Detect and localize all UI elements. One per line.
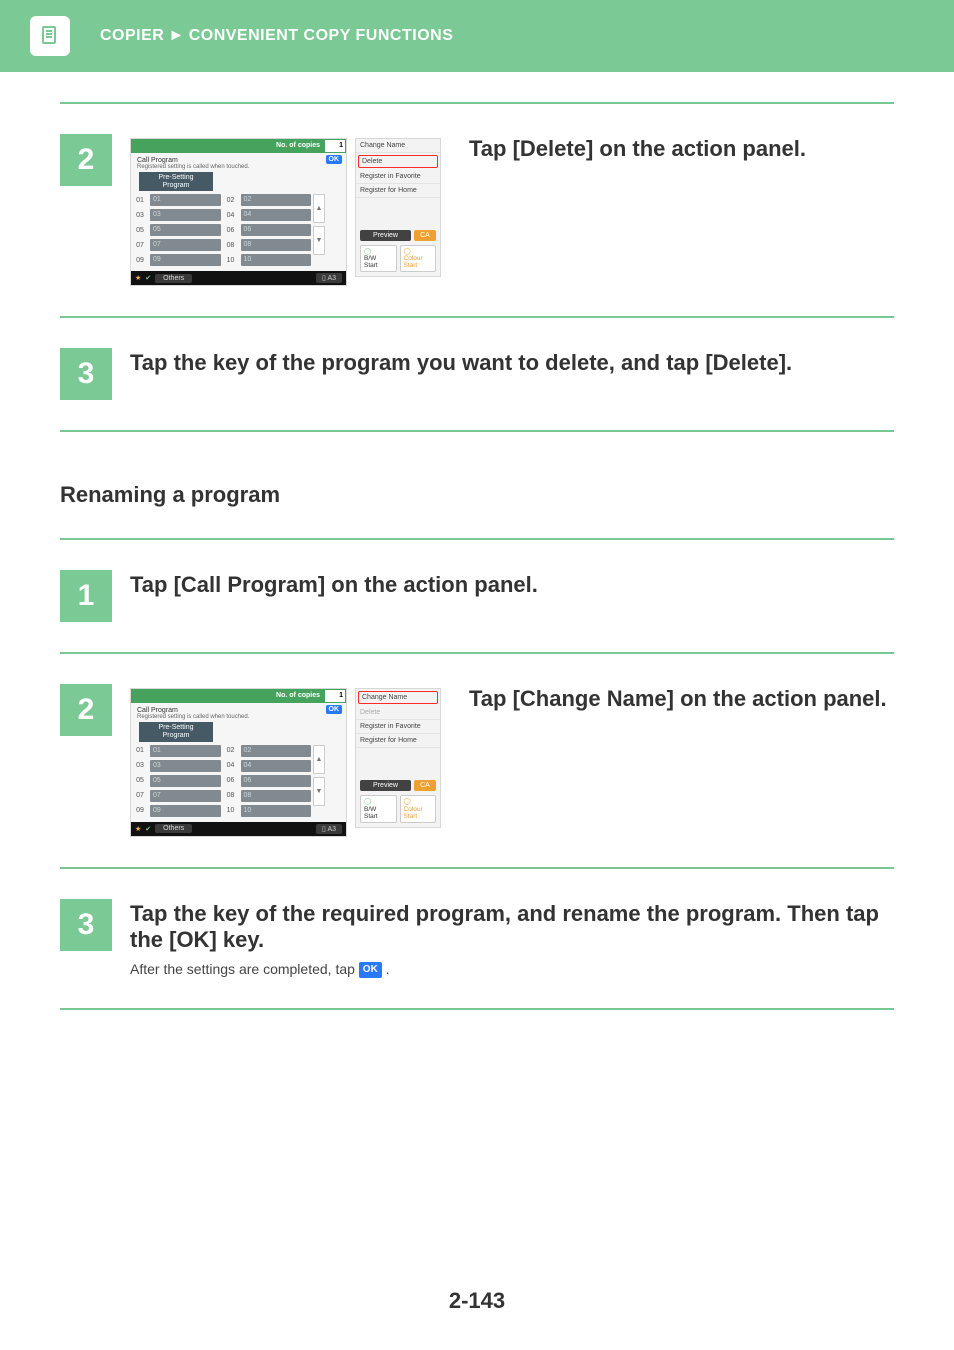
divider xyxy=(60,102,894,104)
program-slot[interactable]: 06 xyxy=(241,224,312,236)
page-number: 2-143 xyxy=(0,1288,954,1314)
program-slot[interactable]: 03 xyxy=(150,209,221,221)
program-slot[interactable]: 10 xyxy=(241,254,312,266)
action-register-home[interactable]: Register for Home xyxy=(356,734,440,748)
copier-doc-icon xyxy=(30,16,70,56)
tray-indicator[interactable]: ▯ A3 xyxy=(316,273,342,283)
program-slot[interactable]: 08 xyxy=(241,790,312,802)
program-slot[interactable]: 04 xyxy=(241,209,312,221)
preview-button[interactable]: Preview xyxy=(360,780,411,791)
program-slot[interactable]: 07 xyxy=(150,790,221,802)
program-slot[interactable]: 05 xyxy=(150,224,221,236)
action-delete[interactable]: Delete xyxy=(358,155,438,168)
colour-start-button[interactable]: ◯Colour Start xyxy=(400,245,437,272)
divider xyxy=(60,316,894,318)
scroll-up-icon[interactable]: ▲ xyxy=(313,745,325,774)
divider xyxy=(60,538,894,540)
step-delete-3: 3 Tap the key of the program you want to… xyxy=(60,348,894,400)
program-slot[interactable]: 05 xyxy=(150,775,221,787)
breadcrumb: COPIER►CONVENIENT COPY FUNCTIONS xyxy=(100,27,453,45)
action-change-name[interactable]: Change Name xyxy=(358,691,438,704)
step-badge: 1 xyxy=(60,570,112,622)
action-register-favorite[interactable]: Register in Favorite xyxy=(356,720,440,734)
program-slot[interactable]: 09 xyxy=(150,805,221,817)
ca-button[interactable]: CA xyxy=(414,780,436,791)
copies-label: No. of copies xyxy=(131,139,324,153)
others-button[interactable]: Others xyxy=(155,274,192,283)
others-button[interactable]: Others xyxy=(155,824,192,833)
tray-indicator[interactable]: ▯ A3 xyxy=(316,824,342,834)
program-slot[interactable]: 01 xyxy=(150,745,221,757)
divider xyxy=(60,652,894,654)
crumb-subsection[interactable]: CONVENIENT COPY FUNCTIONS xyxy=(189,27,454,44)
action-register-favorite[interactable]: Register in Favorite xyxy=(356,170,440,184)
colour-start-button[interactable]: ◯Colour Start xyxy=(400,795,437,822)
call-program-label: Call Program xyxy=(137,157,322,164)
presetting-program-button[interactable]: Pre-Setting Program xyxy=(139,722,213,741)
control-panel-screenshot: No. of copies 1 Call Program Registered … xyxy=(130,138,441,286)
program-slot[interactable]: 02 xyxy=(241,745,312,757)
copies-value[interactable]: 1 xyxy=(325,140,345,152)
ok-button[interactable]: OK xyxy=(326,155,343,164)
crumb-section[interactable]: COPIER xyxy=(100,27,164,44)
step-badge: 3 xyxy=(60,348,112,400)
preview-button[interactable]: Preview xyxy=(360,230,411,241)
scroll-down-icon[interactable]: ▼ xyxy=(313,226,325,255)
bw-start-button[interactable]: ◯B/W Start xyxy=(360,795,397,822)
step-title: Tap the key of the program you want to d… xyxy=(130,350,894,376)
program-slot[interactable]: 04 xyxy=(241,760,312,772)
action-register-home[interactable]: Register for Home xyxy=(356,184,440,198)
step-title: Tap the key of the required program, and… xyxy=(130,901,894,953)
program-slot[interactable]: 01 xyxy=(150,194,221,206)
divider xyxy=(60,1008,894,1010)
program-slot[interactable]: 10 xyxy=(241,805,312,817)
program-slot[interactable]: 07 xyxy=(150,239,221,251)
check-icon[interactable]: ✔ xyxy=(145,825,151,833)
star-icon[interactable]: ★ xyxy=(135,825,141,833)
control-panel-screenshot: No. of copies 1 Call Program Registered … xyxy=(130,688,441,836)
step-rename-3: 3 Tap the key of the required program, a… xyxy=(60,899,894,978)
presetting-program-button[interactable]: Pre-Setting Program xyxy=(139,172,213,191)
program-slot[interactable]: 09 xyxy=(150,254,221,266)
action-change-name[interactable]: Change Name xyxy=(356,139,440,153)
bw-start-button[interactable]: ◯B/W Start xyxy=(360,245,397,272)
star-icon[interactable]: ★ xyxy=(135,274,141,282)
step-badge: 3 xyxy=(60,899,112,951)
copies-label: No. of copies xyxy=(131,689,324,703)
divider xyxy=(60,430,894,432)
check-icon[interactable]: ✔ xyxy=(145,274,151,282)
step-badge: 2 xyxy=(60,684,112,736)
scroll-up-icon[interactable]: ▲ xyxy=(313,194,325,223)
step-desc: After the settings are completed, tap OK… xyxy=(130,961,894,978)
copies-value[interactable]: 1 xyxy=(325,690,345,702)
step-title: Tap [Call Program] on the action panel. xyxy=(130,572,894,598)
divider xyxy=(60,867,894,869)
call-program-label: Call Program xyxy=(137,707,322,714)
scroll-down-icon[interactable]: ▼ xyxy=(313,777,325,806)
action-delete[interactable]: Delete xyxy=(356,706,440,720)
call-program-desc: Registered setting is called when touche… xyxy=(137,714,322,720)
step-badge: 2 xyxy=(60,134,112,186)
ok-inline-icon: OK xyxy=(359,962,382,978)
header-bar: COPIER►CONVENIENT COPY FUNCTIONS xyxy=(0,0,954,72)
step-rename-2: 2 No. of copies 1 Call Program Registe xyxy=(60,684,894,836)
step-delete-2: 2 No. of copies 1 Call Program xyxy=(60,134,894,286)
step-rename-1: 1 Tap [Call Program] on the action panel… xyxy=(60,570,894,622)
program-slot[interactable]: 03 xyxy=(150,760,221,772)
program-slot[interactable]: 02 xyxy=(241,194,312,206)
program-slot[interactable]: 08 xyxy=(241,239,312,251)
ok-button[interactable]: OK xyxy=(326,705,343,714)
program-slot[interactable]: 06 xyxy=(241,775,312,787)
ca-button[interactable]: CA xyxy=(414,230,436,241)
section-heading: Renaming a program xyxy=(60,482,894,508)
call-program-desc: Registered setting is called when touche… xyxy=(137,164,322,170)
